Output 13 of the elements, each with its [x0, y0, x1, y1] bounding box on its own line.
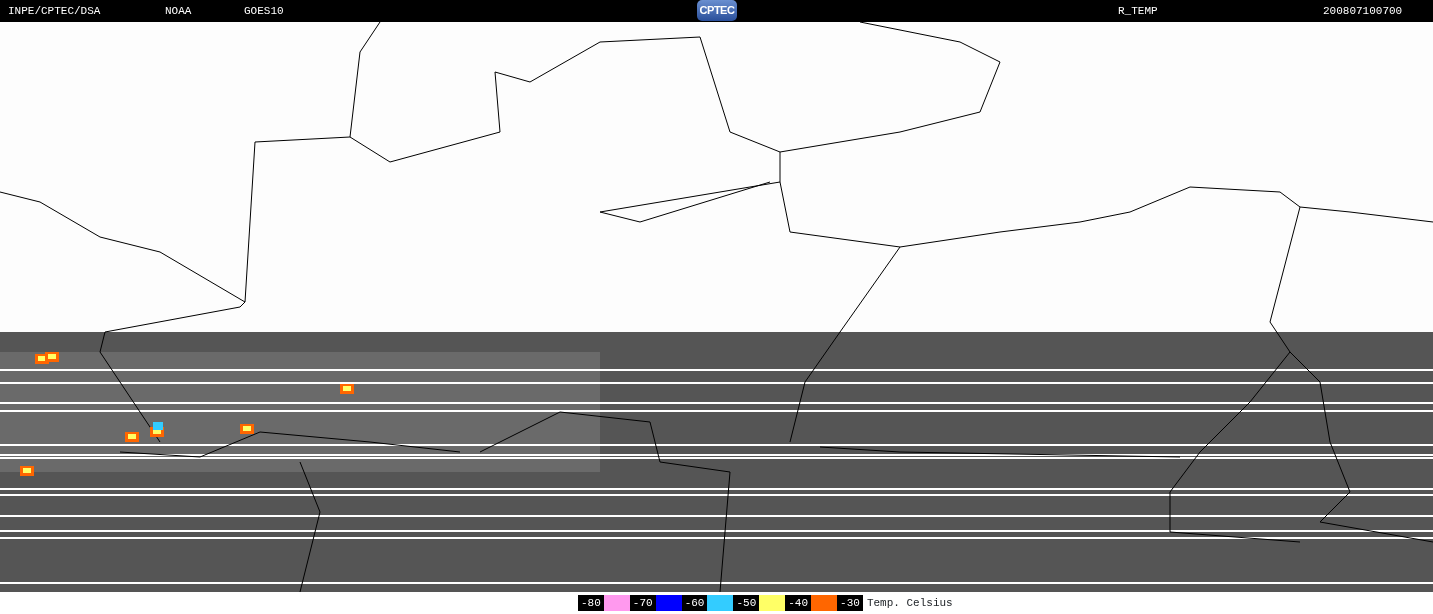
- legend-label: -40: [785, 595, 812, 611]
- satellite-label: GOES10: [244, 4, 284, 18]
- legend-unit-label: Temp. Celsius: [865, 596, 953, 611]
- product-label: R_TEMP: [1118, 4, 1158, 18]
- legend-label: -70: [629, 595, 656, 611]
- legend-label: -60: [681, 595, 708, 611]
- legend-label: -80: [578, 595, 604, 611]
- source-label: INPE/CPTEC/DSA: [8, 4, 101, 18]
- logo: CPTEC: [697, 0, 737, 21]
- agency-label: NOAA: [165, 4, 192, 18]
- legend-label: -30: [837, 595, 863, 611]
- timestamp-label: 200807100700: [1323, 4, 1403, 18]
- legend-label: -50: [733, 595, 760, 611]
